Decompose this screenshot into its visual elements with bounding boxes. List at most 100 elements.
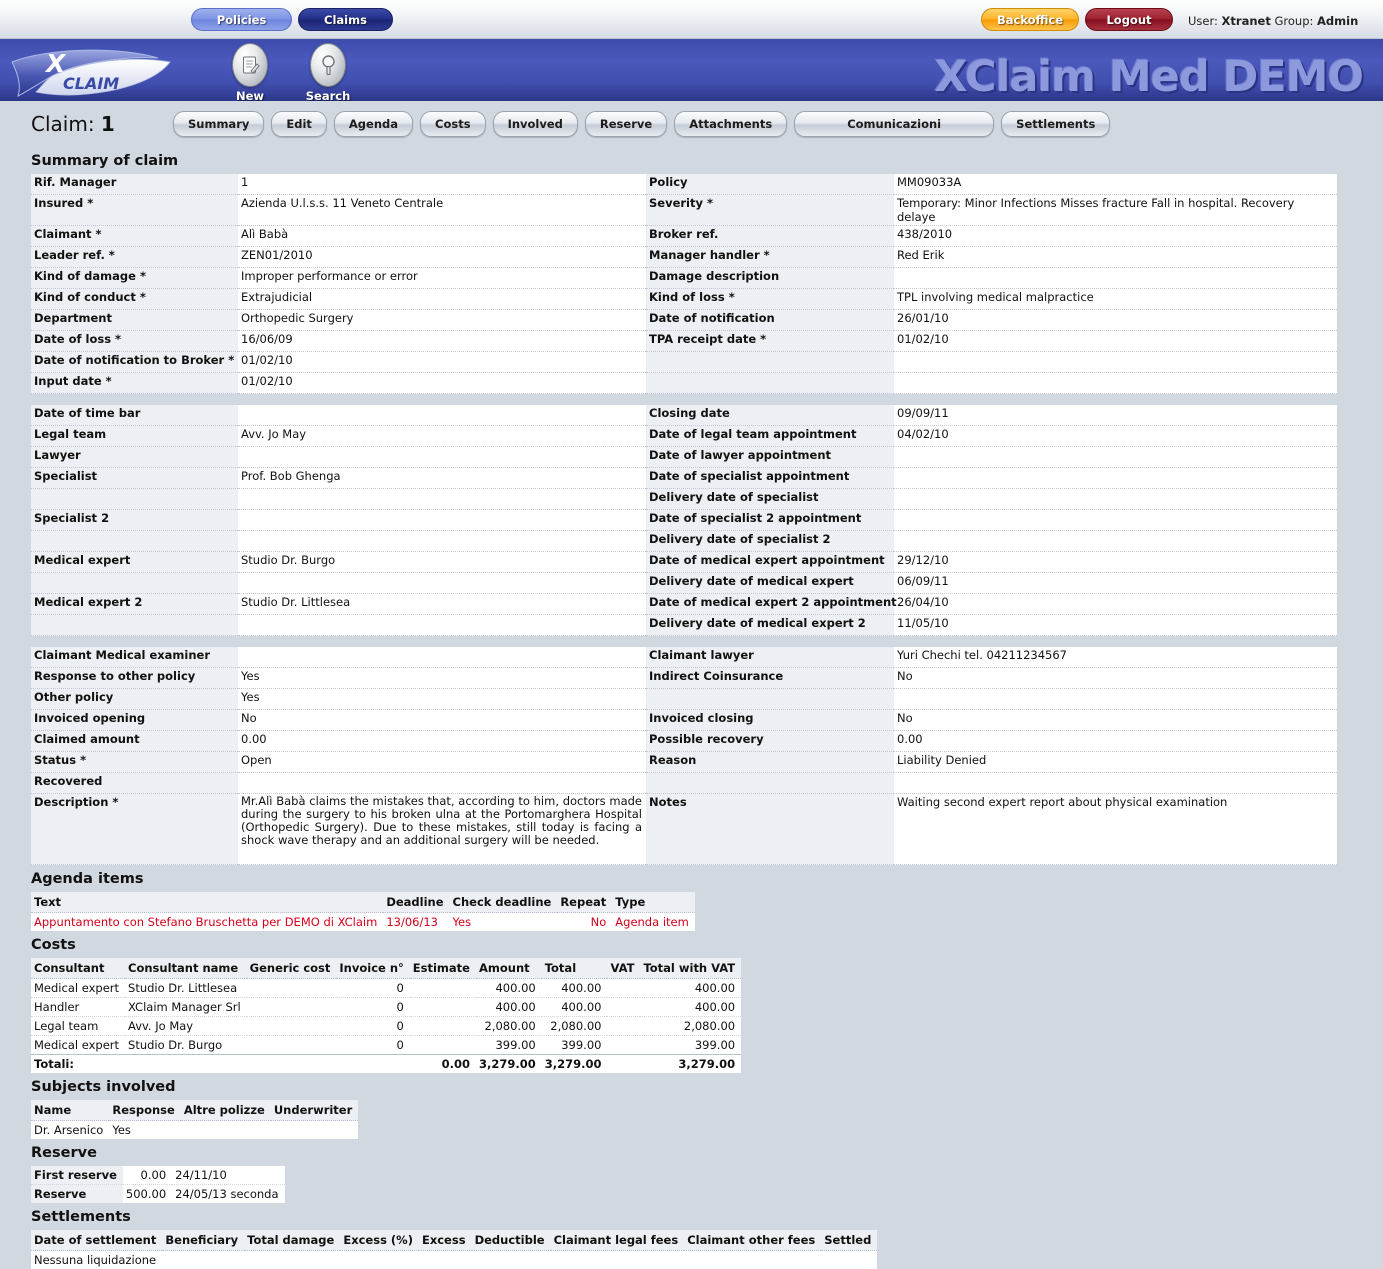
summary-row: Recovered (31, 773, 1337, 794)
table-row[interactable]: Dr. ArsenicoYes (31, 1121, 358, 1140)
settlements-empty-message: Nessuna liquidazione (31, 1251, 877, 1269)
costs-column-header: Generic cost (247, 958, 337, 979)
table-header-row: NameResponseAltre polizzeUnderwriter (31, 1100, 358, 1121)
tab-settlements[interactable]: Settlements (1001, 111, 1110, 137)
tab-involved[interactable]: Involved (493, 111, 578, 137)
summary-field-value (238, 773, 646, 794)
cost-consultant: Medical expert (31, 1036, 125, 1055)
summary-field-label: Recovered (31, 773, 238, 794)
summary-field-label: Date of loss * (31, 331, 238, 352)
settlements-table: Date of settlementBeneficiaryTotal damag… (31, 1230, 877, 1269)
magnifier-icon (310, 43, 346, 87)
summary-field-value: 0.00 (238, 731, 646, 752)
user-info: User: Xtranet Group: Admin (1188, 14, 1358, 28)
summary-field-value: Liability Denied (894, 752, 1337, 773)
summary-field-value: 04/02/10 (894, 426, 1337, 447)
search-button[interactable]: Search (298, 43, 358, 101)
summary-field-value: 438/2010 (894, 226, 1337, 247)
new-document-icon (232, 43, 268, 87)
settlements-column-header: Excess (%) (340, 1230, 419, 1251)
claim-header-bar: Claim: 1 SummaryEditAgendaCostsInvolvedR… (0, 101, 1383, 147)
agenda-column-header: Repeat (557, 892, 612, 913)
nav-policies-label: Policies (217, 13, 267, 27)
logout-label: Logout (1106, 13, 1151, 27)
summary-field-label: Date of legal team appointment (646, 426, 894, 447)
summary-field-label: Date of notification (646, 310, 894, 331)
cost-estimate (410, 1036, 476, 1055)
section-title-costs: Costs (31, 931, 1383, 958)
tab-label: Attachments (689, 117, 772, 131)
search-button-label: Search (298, 89, 358, 101)
agenda-column-header: Type (612, 892, 695, 913)
agenda-items-table: TextDeadlineCheck deadlineRepeatType App… (31, 892, 695, 931)
new-button[interactable]: New (220, 43, 280, 101)
settlements-column-header: Settled (821, 1230, 877, 1251)
reserve-label: First reserve (31, 1166, 123, 1185)
tab-label: Reserve (600, 117, 652, 131)
table-row[interactable]: Legal teamAvv. Jo May02,080.002,080.002,… (31, 1017, 741, 1036)
summary-field-label: Delivery date of medical expert (646, 573, 894, 594)
nav-claims-button[interactable]: Claims (298, 8, 393, 31)
table-row[interactable]: Medical expertStudio Dr. Burgo0399.00399… (31, 1036, 741, 1055)
backoffice-button[interactable]: Backoffice (981, 8, 1079, 31)
table-row[interactable]: Medical expertStudio Dr. Littlesea0400.0… (31, 979, 741, 998)
section-title-agenda: Agenda items (31, 865, 1383, 892)
summary-field-label: Status * (31, 752, 238, 773)
costs-column-header: Total (542, 958, 608, 979)
summary-row: Other policyYes (31, 689, 1337, 710)
agenda-column-header: Deadline (383, 892, 449, 913)
claim-number: 1 (101, 112, 115, 136)
tab-reserve[interactable]: Reserve (585, 111, 667, 137)
costs-totals-estimate: 0.00 (410, 1055, 476, 1074)
cost-amount: 400.00 (476, 998, 542, 1017)
summary-field-value: No (238, 710, 646, 731)
cost-amount: 399.00 (476, 1036, 542, 1055)
tab-attachments[interactable]: Attachments (674, 111, 787, 137)
summary-field-value: 11/05/10 (894, 615, 1337, 636)
page-content: Summary of claim Rif. Manager1PolicyMM09… (0, 147, 1383, 1269)
agenda-type: Agenda item (612, 913, 695, 932)
cost-total-with-vat: 400.00 (640, 998, 741, 1017)
summary-field-value: 16/06/09 (238, 331, 646, 352)
tab-comunicazioni[interactable]: Comunicazioni (794, 111, 994, 137)
section-title-settlements: Settlements (31, 1203, 1383, 1230)
summary-row: Claimant *Alì BabàBroker ref.438/2010 (31, 226, 1337, 247)
summary-field-label: Rif. Manager (31, 174, 238, 195)
summary-field-value (238, 510, 646, 531)
summary-field-value: 01/02/10 (894, 331, 1337, 352)
costs-totals-label: Totali: (31, 1055, 125, 1074)
cost-total-with-vat: 2,080.00 (640, 1017, 741, 1036)
tab-summary[interactable]: Summary (173, 111, 264, 137)
tab-costs[interactable]: Costs (420, 111, 486, 137)
subject-response: Yes (109, 1121, 180, 1140)
settlements-column-header: Excess (419, 1230, 472, 1251)
tab-agenda[interactable]: Agenda (334, 111, 413, 137)
reserve-amount: 500.00 (123, 1185, 172, 1204)
cost-generic-cost (247, 1017, 337, 1036)
group-name: Admin (1317, 14, 1358, 28)
summary-field-value (238, 531, 646, 552)
costs-totals-amount: 3,279.00 (476, 1055, 542, 1074)
table-row[interactable]: HandlerXClaim Manager Srl0400.00400.0040… (31, 998, 741, 1017)
table-header-row: ConsultantConsultant nameGeneric costInv… (31, 958, 741, 979)
summary-field-value: 01/02/10 (238, 352, 646, 373)
summary-field-label: Legal team (31, 426, 238, 447)
cost-generic-cost (247, 998, 337, 1017)
logout-button[interactable]: Logout (1085, 8, 1173, 31)
summary-field-label: Claimed amount (31, 731, 238, 752)
summary-field-value (894, 447, 1337, 468)
cost-estimate (410, 979, 476, 998)
summary-field-label: Input date * (31, 373, 238, 394)
summary-field-value: Open (238, 752, 646, 773)
table-row[interactable]: Appuntamento con Stefano Bruschetta per … (31, 913, 695, 932)
top-navigation-bar: Policies Claims Backoffice Logout User: … (0, 0, 1383, 39)
summary-row: Claimant Medical examinerClaimant lawyer… (31, 647, 1337, 668)
costs-totals-row: Totali:0.003,279.003,279.003,279.00 (31, 1055, 741, 1074)
summary-row: SpecialistProf. Bob GhengaDate of specia… (31, 468, 1337, 489)
summary-row: Delivery date of specialist 2 (31, 531, 1337, 552)
tab-edit[interactable]: Edit (271, 111, 327, 137)
nav-policies-button[interactable]: Policies (191, 8, 292, 31)
summary-field-value (894, 352, 1337, 373)
summary-field-value: Waiting second expert report about physi… (894, 794, 1337, 865)
summary-row: Delivery date of medical expert 211/05/1… (31, 615, 1337, 636)
